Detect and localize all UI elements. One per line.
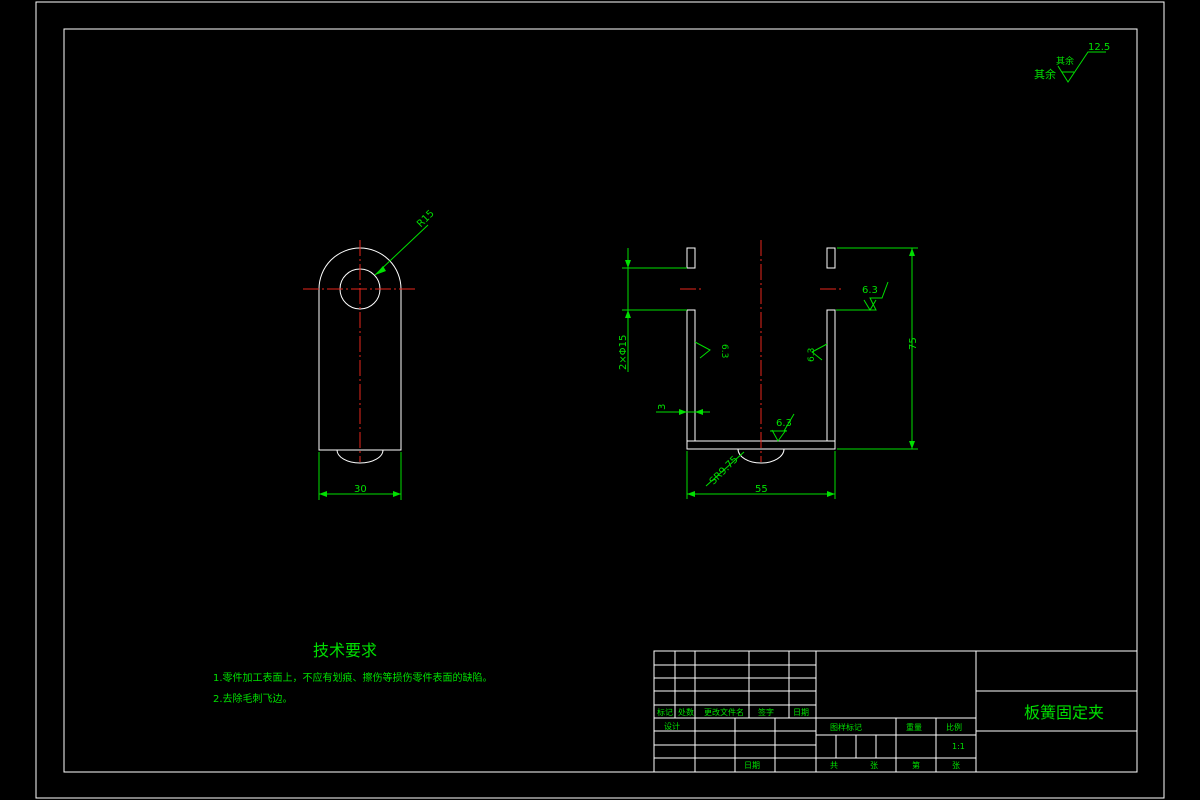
roughness-left-inner: 6.3 (694, 341, 729, 359)
right-wall-top (826, 247, 836, 269)
weight-label: 重量 (906, 722, 922, 732)
roughness-base-value: 6.3 (776, 418, 792, 429)
rev-header-date: 日期 (793, 708, 809, 717)
dim-thickness: 3 (657, 404, 668, 410)
roughness-symbol-other: 其余 12.5 其余 (1034, 42, 1110, 83)
scale-label: 比例 (946, 722, 962, 732)
left-view: R15 30 (303, 208, 437, 500)
rev-header-sign: 签字 (758, 707, 774, 717)
rev-header-file: 更改文件名 (704, 707, 744, 717)
roughness-right-outer-value: 6.3 (862, 285, 878, 296)
sheet-total-label: 共 (830, 761, 838, 770)
dim-radius: R15 (415, 208, 437, 230)
roughness-other-mark: 其余 (1056, 55, 1074, 67)
sheet-label: 张 (870, 761, 878, 770)
roughness-other-value: 12.5 (1088, 42, 1110, 53)
outer-border (35, 1, 1165, 799)
part-name: 板簧固定夹 (1024, 703, 1104, 722)
left-wall-top (686, 247, 696, 269)
roughness-base: 6.3 (770, 413, 795, 442)
roughness-right-inner: 6.3 (807, 343, 828, 362)
stage-label: 图样标记 (830, 722, 862, 732)
sheet-num-label: 第 (912, 760, 920, 770)
dim-sphere: SR9.75 (708, 454, 741, 487)
dim-width-right: 55 (755, 484, 768, 495)
scale-value: 1:1 (952, 742, 965, 751)
roughness-left-inner-value: 6.3 (719, 344, 729, 358)
right-wall-bottom (826, 309, 836, 442)
right-view: 2×Φ15 3 75 55 SR9.75 6.3 6.3 6.3 6.3 (618, 240, 919, 499)
tech-note-2: 2.去除毛刺飞边。 (213, 692, 293, 705)
tech-title: 技术要求 (313, 641, 377, 660)
roughness-right-outer: 6.3 (836, 281, 889, 311)
design-label: 设计 (664, 721, 680, 731)
left-wall-bottom (686, 309, 696, 442)
title-block: 标记 处数 更改文件名 签字 日期 设计 日期 图样标记 重量 比例 1:1 共… (653, 650, 1138, 773)
dim-holes: 2×Φ15 (618, 335, 629, 370)
rev-header-count: 处数 (678, 707, 694, 717)
dim-width-left: 30 (354, 484, 367, 495)
dim-height: 75 (908, 337, 919, 350)
roughness-right-inner-value: 6.3 (807, 348, 817, 362)
tech-note-1: 1.零件加工表面上，不应有划痕、擦伤等损伤零件表面的缺陷。 (213, 671, 493, 684)
date-label: 日期 (744, 761, 760, 770)
roughness-other-label: 其余 (1034, 67, 1056, 81)
sheet-num-unit: 张 (952, 761, 960, 770)
rev-header-mark: 标记 (657, 707, 673, 717)
drawing-sheet: 其余 12.5 其余 R15 30 2×Φ15 3 75 55 SR9.75 6… (35, 1, 1165, 799)
